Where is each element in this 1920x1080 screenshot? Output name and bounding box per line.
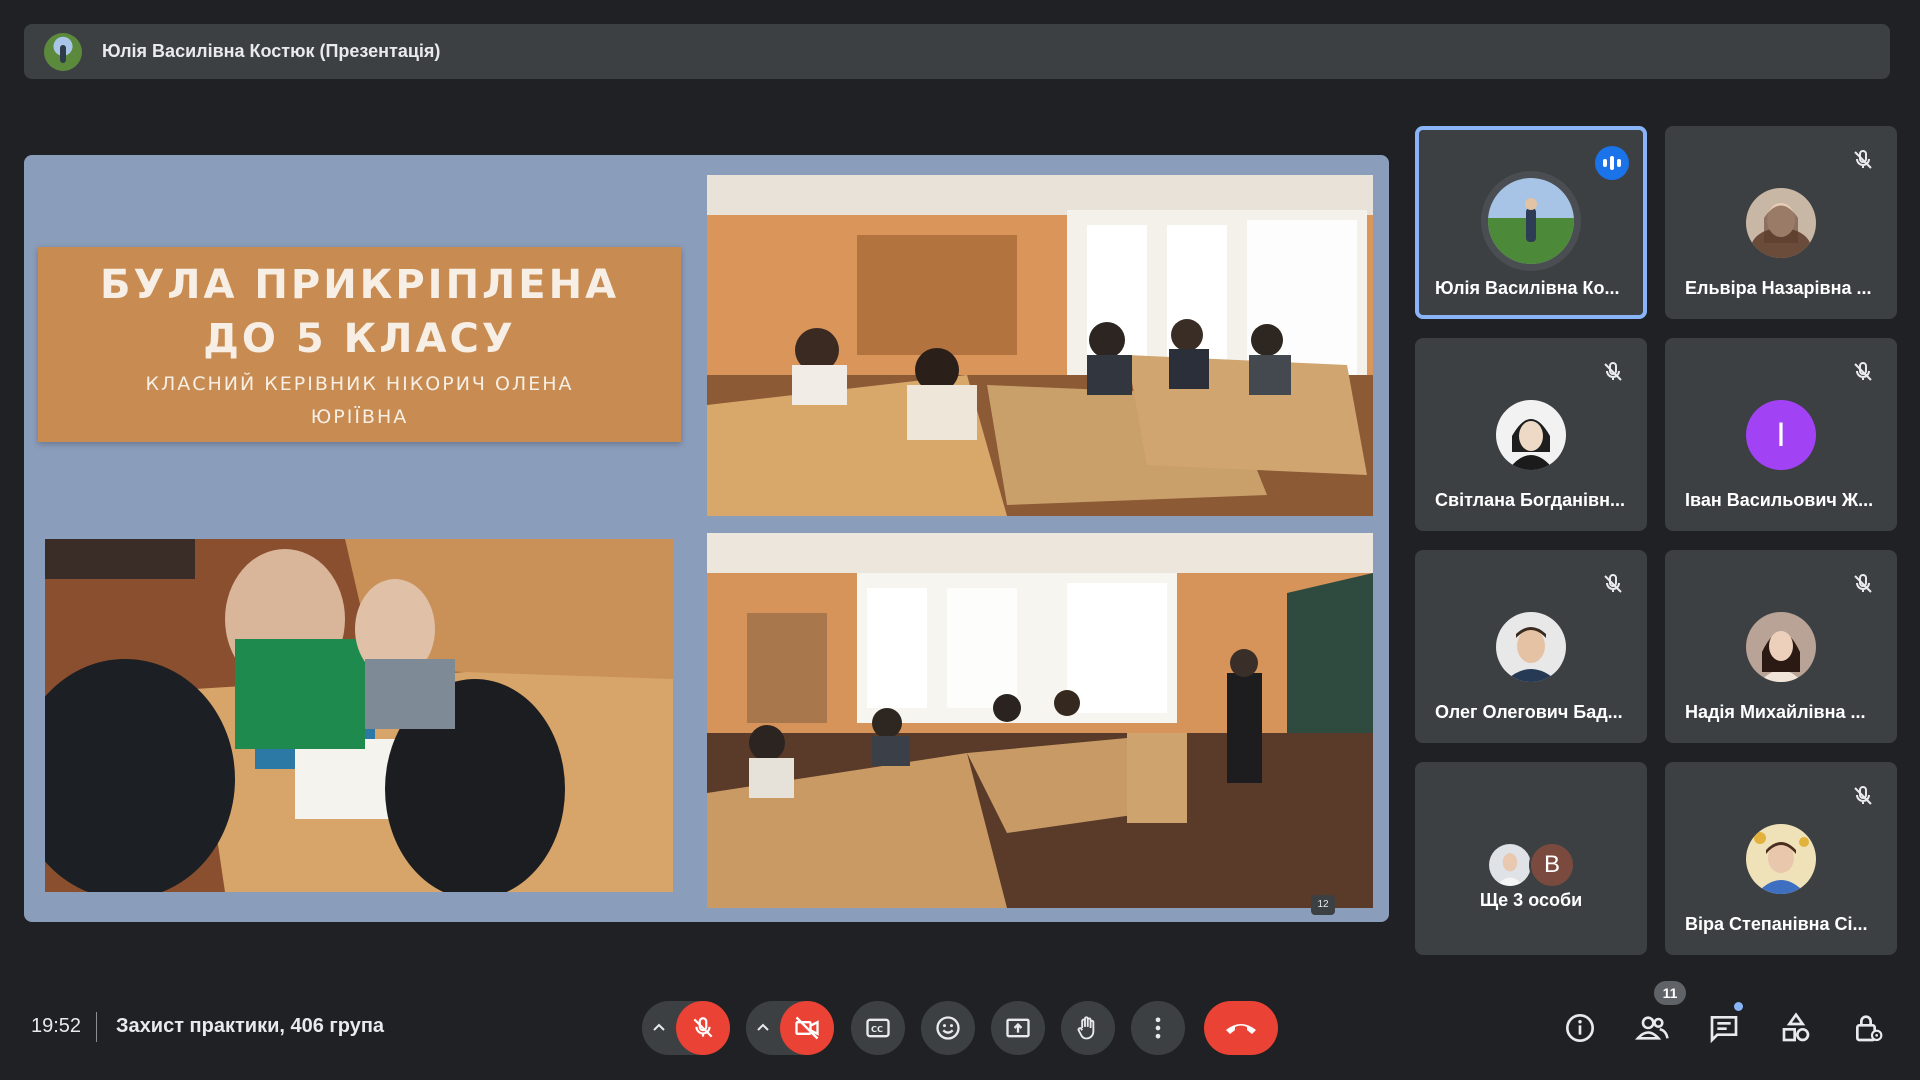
- mic-control-group: [642, 1001, 730, 1055]
- mic-off-icon: [1604, 573, 1622, 593]
- slide-subtitle-line-2: ЮРІЇВНА: [310, 405, 409, 428]
- avatar: [1746, 824, 1816, 894]
- mic-toggle-button[interactable]: [676, 1001, 730, 1055]
- host-controls-icon: [1856, 1015, 1883, 1042]
- speaking-indicator-icon: [1595, 146, 1629, 180]
- classroom-photo-1: [707, 175, 1373, 516]
- participant-name: Ельвіра Назарівна ...: [1685, 278, 1872, 298]
- participant-tile[interactable]: Віра Степанівна Сі...: [1665, 762, 1897, 955]
- slide-page-number: 12: [1311, 895, 1335, 915]
- slide-subtitle-line-1: КЛАСНИЙ КЕРІВНИК НІКОРИЧ ОЛЕНА: [145, 372, 574, 395]
- chat-button[interactable]: [1702, 1006, 1746, 1050]
- present-button[interactable]: [991, 1001, 1045, 1055]
- participant-tile[interactable]: І Іван Васильович Ж...: [1665, 338, 1897, 531]
- presenter-avatar: [44, 32, 82, 71]
- participant-name: Надія Михайлівна ...: [1685, 702, 1866, 722]
- chat-notification-dot: [1734, 1002, 1743, 1011]
- participant-tile[interactable]: Надія Михайлівна ...: [1665, 550, 1897, 743]
- svg-text:CC: CC: [871, 1024, 883, 1034]
- more-participants-tile[interactable]: В Ще 3 особи: [1415, 762, 1647, 955]
- more-options-icon: [1155, 1017, 1161, 1039]
- avatar: [1496, 612, 1566, 682]
- raise-hand-icon: [1077, 1016, 1095, 1040]
- avatar: [1487, 842, 1533, 888]
- slide-title-box: БУЛА ПРИКРІПЛЕНА ДО 5 КЛАСУ КЛАСНИЙ КЕРІ…: [38, 247, 681, 442]
- avatar: [1746, 612, 1816, 682]
- present-icon: [1006, 1018, 1030, 1038]
- raise-hand-button[interactable]: [1061, 1001, 1115, 1055]
- participant-name: Іван Васильович Ж...: [1685, 490, 1874, 510]
- participant-name: Віра Степанівна Сі...: [1685, 914, 1868, 934]
- camera-options-button[interactable]: [746, 1001, 780, 1055]
- captions-icon: CC: [866, 1018, 890, 1038]
- emoji-icon: [936, 1016, 960, 1040]
- presentation-stage: БУЛА ПРИКРІПЛЕНА ДО 5 КЛАСУ КЛАСНИЙ КЕРІ…: [24, 155, 1389, 922]
- mic-off-icon: [693, 1017, 713, 1038]
- reactions-button[interactable]: [921, 1001, 975, 1055]
- slide-title-line-2: ДО 5 КЛАСУ: [203, 315, 516, 362]
- more-options-button[interactable]: [1131, 1001, 1185, 1055]
- mic-off-icon: [1854, 573, 1872, 593]
- participant-tile[interactable]: Світлана Богданівн...: [1415, 338, 1647, 531]
- mic-off-icon: [1854, 361, 1872, 381]
- end-call-button[interactable]: [1204, 1001, 1278, 1055]
- end-call-icon: [1226, 1024, 1256, 1034]
- avatar: В: [1529, 842, 1575, 888]
- activities-icon: [1782, 1012, 1810, 1042]
- classroom-photo-3: [707, 533, 1373, 908]
- chevron-up-icon: [653, 1023, 665, 1031]
- clock: 19:52: [31, 1015, 82, 1037]
- participant-name: Олег Олегович Бад...: [1435, 702, 1623, 722]
- camera-control-group: [746, 1001, 834, 1055]
- meeting-title: Захист практики, 406 група: [116, 1015, 385, 1037]
- people-button[interactable]: [1630, 1006, 1674, 1050]
- participant-name: Світлана Богданівн...: [1435, 490, 1625, 510]
- people-icon: [1634, 1016, 1669, 1040]
- chat-icon: [1710, 1016, 1738, 1044]
- camera-off-icon: [795, 1016, 819, 1040]
- meeting-info-button[interactable]: [1558, 1006, 1602, 1050]
- camera-toggle-button[interactable]: [780, 1001, 834, 1055]
- avatar: [1488, 178, 1574, 264]
- avatar: [1746, 188, 1816, 258]
- mic-options-button[interactable]: [642, 1001, 676, 1055]
- more-participants-avatars: В: [1487, 842, 1575, 888]
- divider: [96, 1012, 97, 1042]
- info-icon: [1566, 1014, 1594, 1042]
- participant-tile[interactable]: Юлія Василівна Ко...: [1415, 126, 1647, 319]
- activities-button[interactable]: [1774, 1006, 1818, 1050]
- chevron-up-icon: [757, 1023, 769, 1031]
- mic-off-icon: [1854, 149, 1872, 169]
- people-count-badge: 11: [1654, 981, 1686, 1005]
- avatar: [1496, 400, 1566, 470]
- participant-tile[interactable]: Ельвіра Назарівна ...: [1665, 126, 1897, 319]
- mic-off-icon: [1604, 361, 1622, 381]
- participant-name: Юлія Василівна Ко...: [1435, 278, 1620, 298]
- more-participants-label: Ще 3 особи: [1479, 890, 1583, 910]
- mic-off-icon: [1854, 785, 1872, 805]
- captions-button[interactable]: CC: [851, 1001, 905, 1055]
- host-controls-button[interactable]: [1846, 1006, 1890, 1050]
- presenter-bar: Юлія Василівна Костюк (Презентація): [24, 24, 1890, 79]
- presenter-name: Юлія Василівна Костюк (Презентація): [102, 41, 441, 61]
- slide-title-line-1: БУЛА ПРИКРІПЛЕНА: [99, 261, 620, 308]
- avatar: І: [1746, 400, 1816, 470]
- classroom-photo-2: [45, 539, 673, 892]
- participant-tile[interactable]: Олег Олегович Бад...: [1415, 550, 1647, 743]
